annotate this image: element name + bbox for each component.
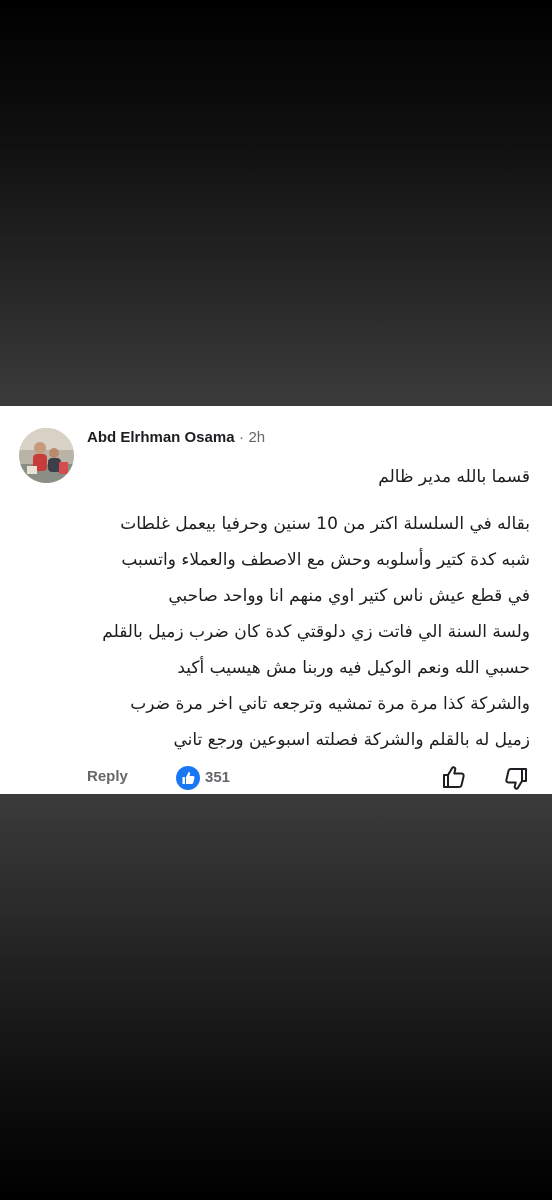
author-name[interactable]: Abd Elrhman Osama: [87, 429, 235, 446]
comment-body: قسما بالله مدير ظالم بقاله في السلسلة اك…: [80, 458, 530, 758]
comment-card: Abd Elrhman Osama · 2h قسما بالله مدير ظ…: [0, 406, 552, 794]
comment-line: زميل له بالقلم والشركة فصلته اسبوعين ورج…: [173, 730, 530, 750]
comment-line: والشركة كذا مرة مرة تمشيه وترجعه تاني اخ…: [130, 694, 530, 714]
comment-line: شبه كدة كتير وأسلوبه وحش مع الاصطف والعم…: [121, 550, 530, 570]
like-reaction-icon[interactable]: [176, 766, 200, 790]
thumbs-down-outline-icon[interactable]: [503, 766, 529, 792]
timestamp: 2h: [248, 429, 266, 446]
comment-line: في قطع عيش ناس كتير اوي منهم انا وواحد ص…: [168, 586, 530, 606]
separator-dot: ·: [239, 429, 244, 446]
backdrop-top: [0, 0, 552, 406]
comment-line: قسما بالله مدير ظالم: [378, 467, 530, 487]
comment-line: حسبي الله ونعم الوكيل فيه وربنا مش هيسيب…: [177, 658, 530, 678]
avatar[interactable]: [19, 428, 74, 483]
reply-button[interactable]: Reply: [87, 768, 128, 785]
reaction-count[interactable]: 351: [205, 769, 230, 786]
comment-header: Abd Elrhman Osama · 2h: [87, 426, 265, 450]
comment-actions: Reply 351: [0, 764, 552, 794]
comment-line: ولسة السنة الي فاتت زي دلوقتي كدة كان ضر…: [102, 622, 530, 642]
comment-line: بقاله في السلسلة اكتر من 10 سنين وحرفيا …: [120, 514, 530, 534]
thumbs-up-outline-icon[interactable]: [441, 764, 467, 790]
backdrop-bottom: [0, 794, 552, 1200]
